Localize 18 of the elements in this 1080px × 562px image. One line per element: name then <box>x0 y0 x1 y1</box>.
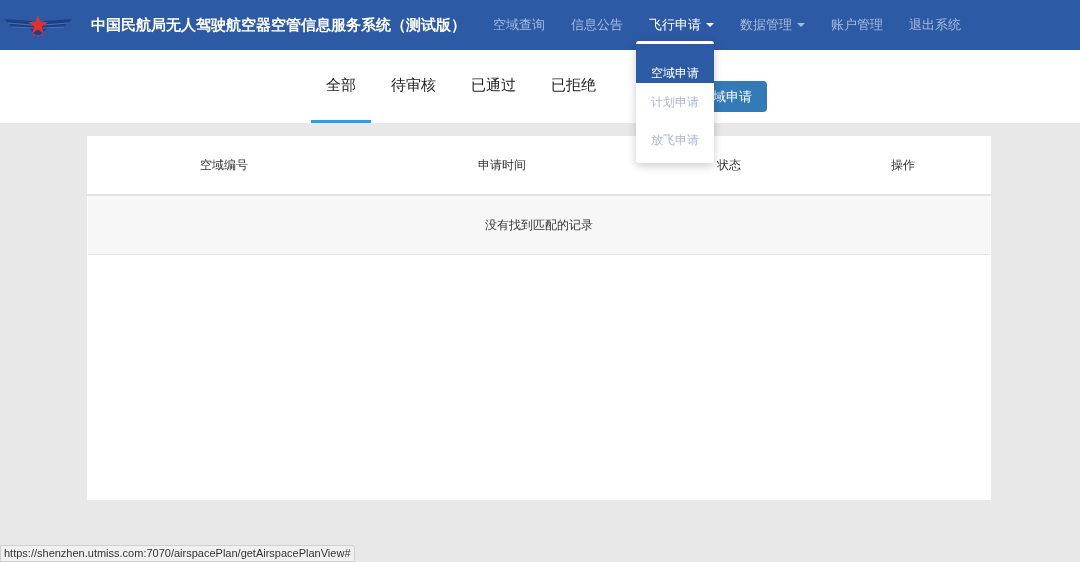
filter-tab[interactable]: 全部 <box>311 50 371 123</box>
system-title: 中国民航局无人驾驶航空器空管信息服务系统（测试版） <box>91 14 466 35</box>
nav-link[interactable]: 账户管理 <box>831 15 883 35</box>
nav-link[interactable]: 信息公告 <box>571 15 623 35</box>
nav-link[interactable]: 数据管理 <box>740 15 805 35</box>
column-header: 空域编号 <box>200 157 248 174</box>
column-header: 状态 <box>717 157 741 174</box>
empty-message: 没有找到匹配的记录 <box>88 196 990 255</box>
nav-link[interactable]: 退出系统 <box>909 15 961 35</box>
status-url: https://shenzhen.utmiss.com:7070/airspacePlan/getAirspacePlanView# <box>0 545 355 562</box>
column-header: 操作 <box>891 157 915 174</box>
filter-tab[interactable]: 已拒绝 <box>536 50 611 123</box>
filter-tab[interactable]: 待审核 <box>376 50 451 123</box>
menu-item[interactable]: 空域申请 <box>636 44 714 83</box>
nav-link[interactable]: 空域查询 <box>493 15 545 35</box>
nav-link[interactable]: 飞行申请 <box>649 15 714 35</box>
filter-tab[interactable]: 已通过 <box>456 50 531 123</box>
column-header: 申请时间 <box>478 157 526 174</box>
